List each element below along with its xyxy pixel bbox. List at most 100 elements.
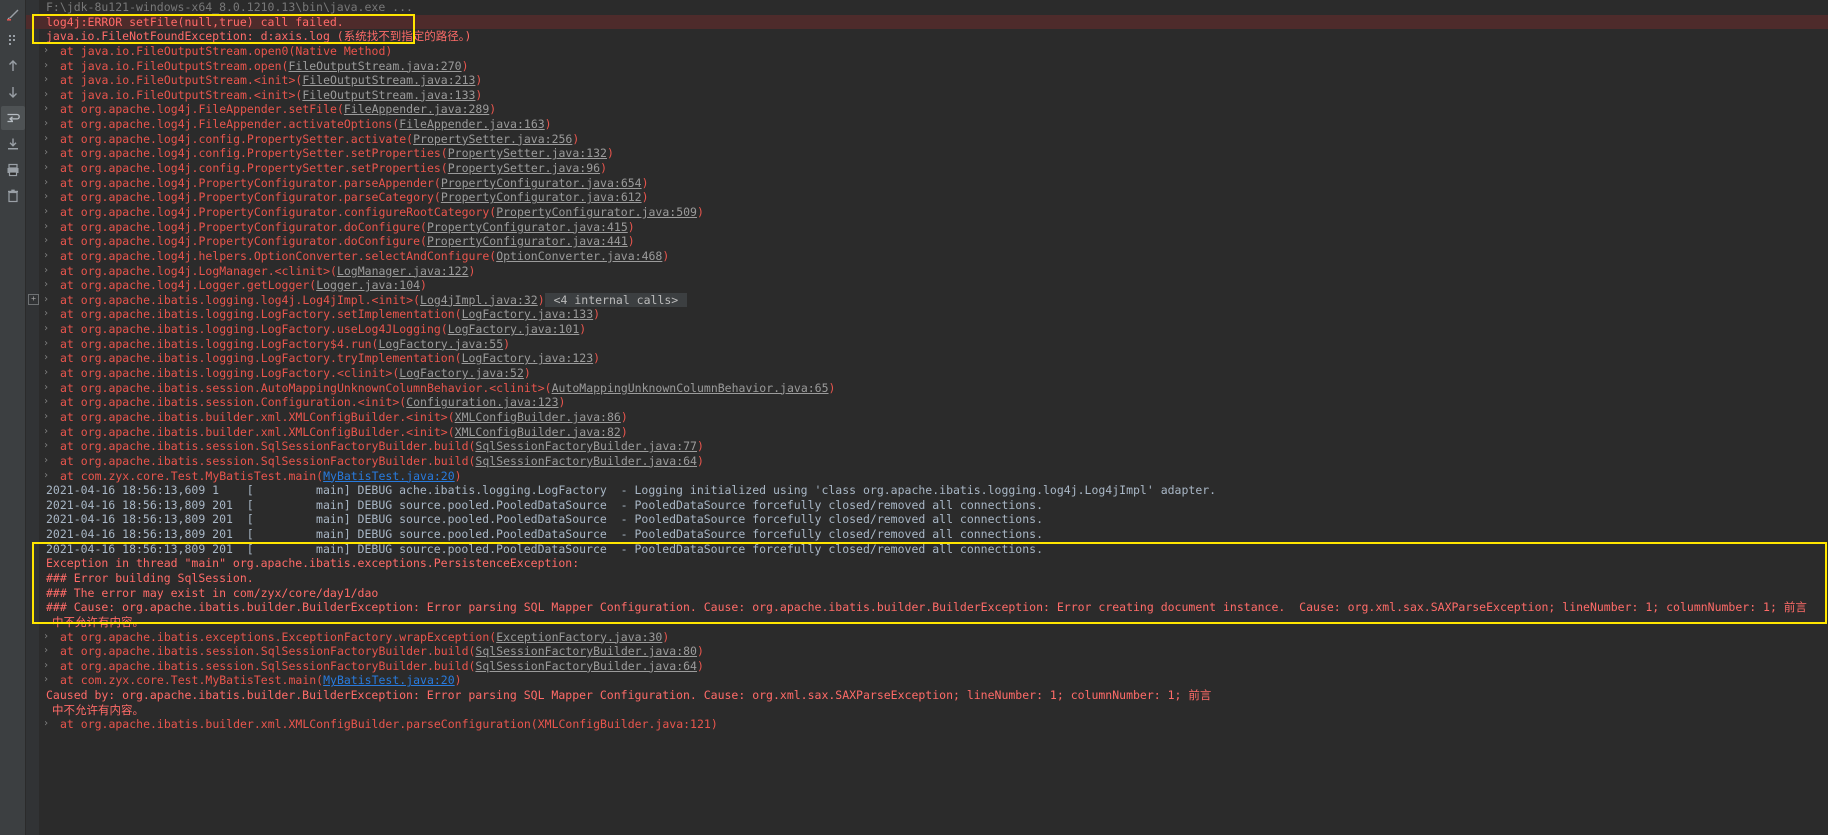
expand-frames-icon[interactable]: + <box>28 293 39 305</box>
source-location-link[interactable]: PropertyConfigurator.java:654 <box>441 176 642 190</box>
frame-chevron-icon[interactable]: › <box>40 337 52 352</box>
source-location-link[interactable]: FileOutputStream.java:213 <box>302 73 475 87</box>
source-location-link[interactable]: Logger.java:104 <box>316 278 420 292</box>
frame-chevron-icon[interactable]: › <box>40 425 52 440</box>
stack-frame-text: at com.zyx.core.Test.MyBatisTest.main( <box>60 673 324 688</box>
internal-calls-badge[interactable]: <4 internal calls> <box>544 292 688 307</box>
frame-chevron-icon[interactable]: › <box>40 176 52 191</box>
stack-frame-tail: ) <box>696 453 704 468</box>
stack-frame-text: at java.io.FileOutputStream.open( <box>60 58 289 73</box>
source-location-link[interactable]: MyBatisTest.java:20 <box>323 469 455 483</box>
frame-chevron-icon[interactable]: › <box>40 73 52 88</box>
console-line: › at com.zyx.core.Test.MyBatisTest.main(M… <box>26 673 1828 688</box>
frame-chevron-icon[interactable]: › <box>40 630 52 645</box>
stack-frame-tail: ) <box>696 204 704 219</box>
frame-chevron-icon[interactable]: › <box>40 117 52 132</box>
frame-chevron-icon[interactable]: › <box>40 205 52 220</box>
source-location-link[interactable]: PropertyConfigurator.java:415 <box>427 220 628 234</box>
source-location-link[interactable]: SqlSessionFactoryBuilder.java:64 <box>475 454 697 468</box>
frame-chevron-icon[interactable]: › <box>40 673 52 688</box>
exception-text: ### Cause: org.apache.ibatis.builder.Bui… <box>46 600 1807 615</box>
frame-chevron-icon[interactable]: › <box>40 366 52 381</box>
source-location-link[interactable]: XMLConfigBuilder.java:86 <box>455 410 621 424</box>
more-options-icon[interactable] <box>1 28 25 52</box>
stack-frame-text: at java.io.FileOutputStream.open0(Native… <box>60 43 393 58</box>
source-location-link[interactable]: Configuration.java:123 <box>406 395 558 409</box>
source-location-link[interactable]: PropertySetter.java:132 <box>448 146 607 160</box>
frame-chevron-icon[interactable]: › <box>40 439 52 454</box>
source-location-link[interactable]: PropertySetter.java:256 <box>413 132 572 146</box>
source-location-link[interactable]: SqlSessionFactoryBuilder.java:80 <box>475 644 697 658</box>
stack-frame-text: at org.apache.ibatis.session.SqlSessionF… <box>60 644 476 659</box>
frame-chevron-icon[interactable]: › <box>40 234 52 249</box>
source-location-link[interactable]: SqlSessionFactoryBuilder.java:77 <box>475 439 697 453</box>
source-location-link[interactable]: PropertyConfigurator.java:509 <box>496 205 697 219</box>
frame-chevron-icon[interactable]: › <box>40 307 52 322</box>
down-arrow-icon[interactable] <box>1 80 25 104</box>
scroll-to-end-icon[interactable] <box>1 132 25 156</box>
debug-log-text: 2021-04-16 18:56:13,809 201 [ main] DEBU… <box>46 527 1043 542</box>
frame-chevron-icon[interactable]: › <box>40 717 52 732</box>
frame-chevron-icon[interactable]: › <box>40 322 52 337</box>
console-line: › at org.apache.ibatis.session.Configurat… <box>26 395 1828 410</box>
source-location-link[interactable]: FileAppender.java:289 <box>344 102 489 116</box>
console-line: F:\jdk-8u121-windows-x64_8.0.1210.13\bin… <box>26 0 1828 15</box>
console-output-area[interactable]: F:\jdk-8u121-windows-x64_8.0.1210.13\bin… <box>26 0 1828 835</box>
clear-all-icon[interactable] <box>1 184 25 208</box>
source-location-link[interactable]: ExceptionFactory.java:30 <box>496 630 662 644</box>
frame-chevron-icon[interactable]: › <box>40 278 52 293</box>
rerun-icon[interactable] <box>1 2 25 26</box>
console-toolbar <box>0 0 26 835</box>
frame-chevron-icon[interactable]: › <box>40 644 52 659</box>
source-location-link[interactable]: PropertyConfigurator.java:612 <box>441 190 642 204</box>
frame-chevron-icon[interactable]: › <box>40 293 52 308</box>
frame-chevron-icon[interactable]: › <box>40 381 52 396</box>
run-console-window: F:\jdk-8u121-windows-x64_8.0.1210.13\bin… <box>0 0 1828 835</box>
frame-chevron-icon[interactable]: › <box>40 190 52 205</box>
source-location-link[interactable]: PropertyConfigurator.java:441 <box>427 234 628 248</box>
source-location-link[interactable]: FileOutputStream.java:270 <box>288 59 461 73</box>
frame-chevron-icon[interactable]: › <box>40 88 52 103</box>
frame-chevron-icon[interactable]: › <box>40 132 52 147</box>
frame-chevron-icon[interactable]: › <box>40 351 52 366</box>
source-location-link[interactable]: LogManager.java:122 <box>337 264 469 278</box>
frame-chevron-icon[interactable]: › <box>40 659 52 674</box>
source-location-link[interactable]: LogFactory.java:101 <box>448 322 580 336</box>
console-line: 2021-04-16 18:56:13,809 201 [ main] DEBU… <box>26 498 1828 513</box>
frame-chevron-icon[interactable]: › <box>40 410 52 425</box>
frame-chevron-icon[interactable]: › <box>40 59 52 74</box>
source-location-link[interactable]: LogFactory.java:123 <box>462 351 594 365</box>
frame-chevron-icon[interactable]: › <box>40 161 52 176</box>
source-location-link[interactable]: LogFactory.java:52 <box>399 366 524 380</box>
source-location-link[interactable]: PropertySetter.java:96 <box>448 161 600 175</box>
frame-chevron-icon[interactable]: › <box>40 44 52 59</box>
stack-frame-text: at org.apache.ibatis.exceptions.Exceptio… <box>60 629 497 644</box>
frame-chevron-icon[interactable]: › <box>40 264 52 279</box>
console-line: Exception in thread "main" org.apache.ib… <box>26 556 1828 571</box>
source-location-link[interactable]: AutoMappingUnknownColumnBehavior.java:65 <box>552 381 829 395</box>
source-location-link[interactable]: OptionConverter.java:468 <box>496 249 662 263</box>
source-location-link[interactable]: FileOutputStream.java:133 <box>302 88 475 102</box>
source-location-link[interactable]: MyBatisTest.java:20 <box>323 673 455 687</box>
source-location-link[interactable]: FileAppender.java:163 <box>399 117 544 131</box>
frame-chevron-icon[interactable]: › <box>40 146 52 161</box>
console-line: › at org.apache.log4j.PropertyConfigurato… <box>26 176 1828 191</box>
up-arrow-icon[interactable] <box>1 54 25 78</box>
stack-frame-tail: ) <box>620 424 628 439</box>
frame-chevron-icon[interactable]: › <box>40 454 52 469</box>
console-line: › at com.zyx.core.Test.MyBatisTest.main(M… <box>26 469 1828 484</box>
print-icon[interactable] <box>1 158 25 182</box>
frame-chevron-icon[interactable]: › <box>40 102 52 117</box>
source-location-link[interactable]: LogFactory.java:55 <box>379 337 504 351</box>
frame-chevron-icon[interactable]: › <box>40 220 52 235</box>
source-location-link[interactable]: SqlSessionFactoryBuilder.java:64 <box>475 659 697 673</box>
frame-chevron-icon[interactable]: › <box>40 395 52 410</box>
stack-frame-tail: ) <box>454 468 462 483</box>
frame-chevron-icon[interactable]: › <box>40 249 52 264</box>
soft-wrap-icon[interactable] <box>0 106 25 130</box>
console-line: › at org.apache.log4j.PropertyConfigurato… <box>26 190 1828 205</box>
source-location-link[interactable]: Log4jImpl.java:32 <box>420 293 538 307</box>
frame-chevron-icon[interactable]: › <box>40 469 52 484</box>
source-location-link[interactable]: LogFactory.java:133 <box>462 307 594 321</box>
source-location-link[interactable]: XMLConfigBuilder.java:82 <box>455 425 621 439</box>
